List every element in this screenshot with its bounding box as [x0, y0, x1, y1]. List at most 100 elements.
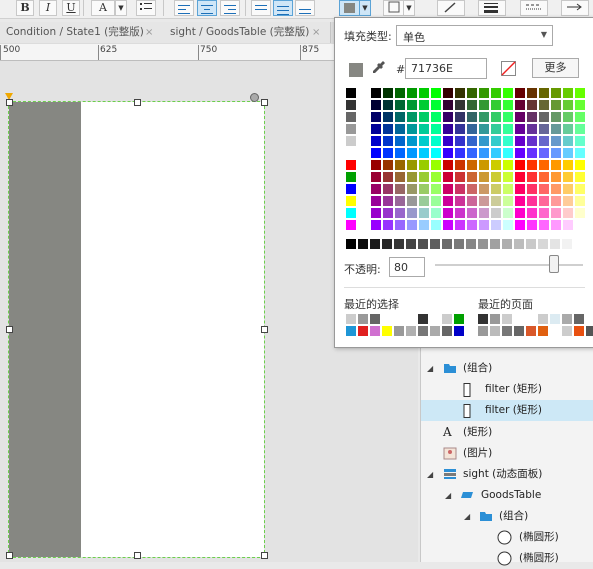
recent-page-swatch[interactable]: [574, 314, 584, 324]
palette-swatch[interactable]: [515, 100, 525, 110]
palette-swatch[interactable]: [539, 184, 549, 194]
palette-swatch[interactable]: [539, 112, 549, 122]
recent-color-swatch[interactable]: [394, 326, 404, 336]
tree-item-ellipse[interactable]: (椭圆形): [421, 527, 593, 548]
more-colors-button[interactable]: 更多: [532, 58, 579, 78]
palette-swatch[interactable]: [431, 112, 441, 122]
palette-swatch[interactable]: [395, 148, 405, 158]
palette-swatch[interactable]: [563, 124, 573, 134]
palette-swatch[interactable]: [455, 184, 465, 194]
palette-swatch[interactable]: [383, 136, 393, 146]
greyscale-swatch[interactable]: [502, 239, 512, 249]
palette-swatch[interactable]: [503, 100, 513, 110]
recent-color-swatch[interactable]: [358, 326, 368, 336]
line-color-dropdown[interactable]: ▼: [403, 0, 415, 16]
fill-color-dropdown[interactable]: ▼: [359, 0, 371, 16]
greyscale-swatch[interactable]: [418, 239, 428, 249]
recent-color-swatch[interactable]: [454, 314, 464, 324]
palette-swatch[interactable]: [563, 184, 573, 194]
palette-swatch[interactable]: [551, 124, 561, 134]
recent-page-swatch[interactable]: [586, 314, 593, 324]
palette-swatch[interactable]: [467, 172, 477, 182]
palette-swatch[interactable]: [407, 160, 417, 170]
recent-page-swatch[interactable]: [562, 314, 572, 324]
palette-swatch[interactable]: [539, 160, 549, 170]
palette-swatch[interactable]: [346, 112, 356, 122]
recent-page-swatch[interactable]: [550, 314, 560, 324]
greyscale-swatch[interactable]: [550, 239, 560, 249]
recent-color-swatch[interactable]: [442, 314, 452, 324]
no-fill-icon[interactable]: [501, 61, 516, 76]
palette-swatch[interactable]: [527, 220, 537, 230]
collapse-arrow-icon[interactable]: ◢: [427, 464, 433, 485]
palette-swatch[interactable]: [407, 148, 417, 158]
palette-swatch[interactable]: [383, 148, 393, 158]
palette-swatch[interactable]: [371, 160, 381, 170]
palette-swatch[interactable]: [431, 124, 441, 134]
palette-swatch[interactable]: [443, 136, 453, 146]
align-left-button[interactable]: [174, 0, 194, 16]
palette-swatch[interactable]: [431, 160, 441, 170]
palette-swatch[interactable]: [467, 112, 477, 122]
greyscale-swatch[interactable]: [526, 239, 536, 249]
palette-swatch[interactable]: [419, 220, 429, 230]
palette-swatch[interactable]: [346, 184, 356, 194]
palette-swatch[interactable]: [346, 220, 356, 230]
palette-swatch[interactable]: [479, 136, 489, 146]
palette-swatch[interactable]: [467, 220, 477, 230]
recent-color-swatch[interactable]: [382, 314, 392, 324]
palette-swatch[interactable]: [575, 148, 585, 158]
recent-page-swatch[interactable]: [562, 326, 572, 336]
palette-swatch[interactable]: [515, 136, 525, 146]
palette-swatch[interactable]: [503, 124, 513, 134]
palette-swatch[interactable]: [551, 148, 561, 158]
resize-handle[interactable]: [261, 326, 268, 333]
palette-swatch[interactable]: [455, 148, 465, 158]
palette-swatch[interactable]: [395, 196, 405, 206]
palette-swatch[interactable]: [491, 88, 501, 98]
palette-swatch[interactable]: [371, 184, 381, 194]
palette-swatch[interactable]: [383, 184, 393, 194]
font-color-dropdown[interactable]: ▼: [115, 0, 127, 16]
tree-item-image[interactable]: (图片): [421, 443, 593, 464]
recent-color-swatch[interactable]: [346, 326, 356, 336]
palette-swatch[interactable]: [479, 172, 489, 182]
greyscale-swatch[interactable]: [382, 239, 392, 249]
resize-handle[interactable]: [6, 552, 13, 559]
palette-swatch[interactable]: [371, 208, 381, 218]
palette-swatch[interactable]: [431, 184, 441, 194]
palette-swatch[interactable]: [515, 148, 525, 158]
palette-swatch[interactable]: [455, 112, 465, 122]
palette-swatch[interactable]: [455, 220, 465, 230]
palette-swatch[interactable]: [479, 124, 489, 134]
palette-swatch[interactable]: [371, 88, 381, 98]
palette-swatch[interactable]: [455, 100, 465, 110]
palette-swatch[interactable]: [346, 88, 356, 98]
resize-handle[interactable]: [6, 99, 13, 106]
greyscale-swatch[interactable]: [466, 239, 476, 249]
palette-swatch[interactable]: [455, 88, 465, 98]
recent-color-swatch[interactable]: [370, 326, 380, 336]
opacity-slider-track[interactable]: [435, 264, 583, 266]
greyscale-swatch[interactable]: [454, 239, 464, 249]
palette-swatch[interactable]: [491, 112, 501, 122]
recent-page-swatch[interactable]: [514, 314, 524, 324]
palette-swatch[interactable]: [527, 208, 537, 218]
palette-swatch[interactable]: [467, 196, 477, 206]
palette-swatch[interactable]: [539, 196, 549, 206]
palette-swatch[interactable]: [467, 160, 477, 170]
greyscale-swatch[interactable]: [514, 239, 524, 249]
palette-swatch[interactable]: [431, 148, 441, 158]
recent-color-swatch[interactable]: [406, 314, 416, 324]
palette-swatch[interactable]: [371, 220, 381, 230]
palette-swatch[interactable]: [575, 184, 585, 194]
palette-swatch[interactable]: [479, 112, 489, 122]
recent-page-swatch[interactable]: [502, 326, 512, 336]
palette-swatch[interactable]: [395, 208, 405, 218]
palette-swatch[interactable]: [371, 100, 381, 110]
palette-swatch[interactable]: [479, 100, 489, 110]
palette-swatch[interactable]: [395, 160, 405, 170]
palette-swatch[interactable]: [479, 148, 489, 158]
palette-swatch[interactable]: [527, 172, 537, 182]
greyscale-swatch[interactable]: [562, 239, 572, 249]
